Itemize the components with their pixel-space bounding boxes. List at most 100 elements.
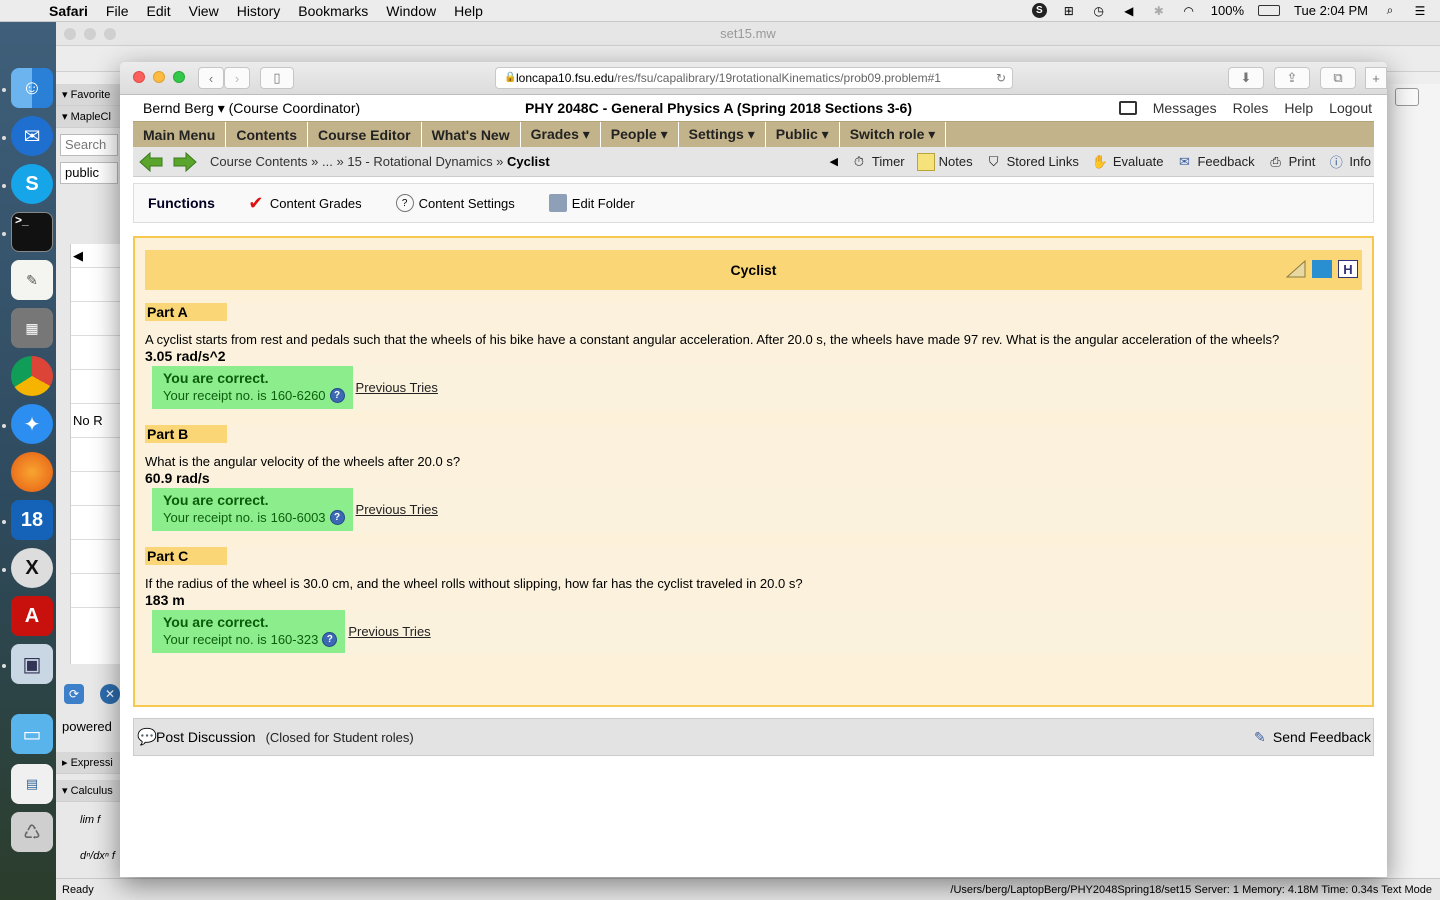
- grid-icon[interactable]: ⊞: [1061, 4, 1077, 18]
- calculus-limit-icon[interactable]: lim f: [80, 814, 100, 826]
- maple-close-button[interactable]: [64, 28, 76, 40]
- menu-view[interactable]: View: [180, 3, 228, 19]
- menu-file[interactable]: File: [97, 3, 138, 19]
- menu-window[interactable]: Window: [377, 3, 445, 19]
- list-item[interactable]: [71, 540, 122, 574]
- skype-icon[interactable]: S: [1031, 3, 1047, 18]
- content-grades-link[interactable]: ✔ Content Grades: [247, 193, 361, 213]
- part-a-previous-tries-link[interactable]: Previous Tries: [356, 380, 438, 395]
- menubar-clock[interactable]: Tue 2:04 PM: [1294, 3, 1368, 18]
- print-tool[interactable]: ⎙ Print: [1267, 153, 1315, 171]
- ruler-icon[interactable]: [1285, 259, 1306, 278]
- help-link[interactable]: Help: [1284, 100, 1313, 116]
- menu-public[interactable]: Public ▾: [766, 122, 840, 147]
- content-settings-link[interactable]: ? Content Settings: [395, 194, 515, 212]
- calculator-icon[interactable]: ▦: [11, 308, 53, 348]
- list-item[interactable]: ◀: [71, 244, 122, 268]
- back-button[interactable]: ‹: [198, 67, 224, 89]
- reload-icon[interactable]: ↻: [996, 68, 1006, 88]
- stored-links-tool[interactable]: ⛉ Stored Links: [985, 153, 1079, 171]
- safari-close-button[interactable]: [133, 71, 145, 83]
- acrobat-icon[interactable]: A: [11, 596, 53, 636]
- maple-zoom-button[interactable]: [104, 28, 116, 40]
- help-question-icon[interactable]: ?: [322, 632, 338, 647]
- safari-dock-icon[interactable]: ✦: [11, 404, 53, 444]
- send-feedback-link[interactable]: ✎ Send Feedback: [1251, 728, 1373, 746]
- menu-bookmarks[interactable]: Bookmarks: [289, 3, 377, 19]
- list-item[interactable]: [71, 336, 122, 370]
- forward-button[interactable]: ›: [224, 67, 250, 89]
- thunderbird-icon[interactable]: ✉: [11, 116, 53, 156]
- trash-icon[interactable]: ♺: [11, 812, 53, 852]
- menu-contents[interactable]: Contents: [226, 122, 309, 147]
- help-question-icon[interactable]: ?: [329, 388, 345, 403]
- feedback-tool[interactable]: ✉ Feedback: [1175, 153, 1255, 171]
- safari-zoom-button[interactable]: [173, 71, 185, 83]
- roles-link[interactable]: Roles: [1233, 100, 1269, 116]
- downloads-folder-icon[interactable]: ▭: [11, 714, 53, 754]
- timemachine-icon[interactable]: ◷: [1091, 4, 1107, 18]
- maple-settings-icon[interactable]: ✕: [100, 684, 120, 704]
- bluetooth-icon[interactable]: ✱: [1151, 4, 1167, 18]
- edit-folder-link[interactable]: Edit Folder: [548, 194, 635, 212]
- finder-icon[interactable]: ☺: [11, 68, 53, 108]
- maple-public-select[interactable]: public: [60, 162, 118, 184]
- logout-link[interactable]: Logout: [1329, 100, 1372, 116]
- crumb-rotational-dynamics[interactable]: 15 - Rotational Dynamics »: [347, 154, 503, 169]
- part-c-previous-tries-link[interactable]: Previous Tries: [348, 624, 430, 639]
- documents-stack-icon[interactable]: ▤: [11, 764, 53, 804]
- chrome-icon[interactable]: [11, 356, 53, 396]
- palette-expression[interactable]: ▸ Expressi: [56, 752, 122, 774]
- palette-maplecloud[interactable]: ▾ MapleCl: [56, 106, 122, 128]
- info-tool[interactable]: ⓘ Info: [1327, 153, 1371, 171]
- menu-edit[interactable]: Edit: [137, 3, 179, 19]
- list-item[interactable]: [71, 472, 122, 506]
- previous-arrow-icon[interactable]: [138, 151, 164, 172]
- notes-tool[interactable]: Notes: [916, 152, 973, 171]
- wifi-icon[interactable]: ◠: [1181, 4, 1197, 18]
- maple-minimize-button[interactable]: [84, 28, 96, 40]
- palette-calculus[interactable]: ▾ Calculus: [56, 780, 122, 802]
- spotlight-icon[interactable]: ⌕: [1382, 3, 1398, 18]
- sidebar-toggle-button[interactable]: ▯: [260, 67, 294, 89]
- calculus-derivative-icon[interactable]: dⁿ/dxⁿ f: [80, 850, 115, 862]
- downloads-button[interactable]: ⬇: [1228, 67, 1264, 89]
- hint-h-icon[interactable]: H: [1338, 260, 1358, 278]
- new-tab-button[interactable]: +: [1365, 67, 1387, 89]
- crumb-ellipsis[interactable]: ... »: [322, 154, 344, 169]
- part-b-previous-tries-link[interactable]: Previous Tries: [356, 502, 438, 517]
- url-bar[interactable]: 🔒 loncapa10.fsu.edu/res/fsu/capalibrary/…: [495, 67, 1013, 89]
- menu-people[interactable]: People ▾: [601, 122, 679, 147]
- tabs-overview-button[interactable]: ⧉: [1320, 67, 1356, 89]
- maple-search-input[interactable]: Search: [60, 134, 118, 156]
- menu-main[interactable]: Main Menu: [133, 122, 227, 147]
- menu-course-editor[interactable]: Course Editor: [308, 122, 422, 147]
- collapse-tools-icon[interactable]: ◀: [829, 155, 837, 168]
- preview-icon[interactable]: ▣: [11, 644, 53, 684]
- menu-whats-new[interactable]: What's New: [422, 122, 521, 147]
- crumb-course-contents[interactable]: Course Contents »: [210, 154, 318, 169]
- list-item[interactable]: [71, 506, 122, 540]
- terminal-icon[interactable]: >_: [11, 212, 53, 252]
- menu-help[interactable]: Help: [445, 3, 492, 19]
- menu-app-name[interactable]: Safari: [40, 3, 97, 19]
- tools-icon[interactable]: [1312, 260, 1332, 278]
- palette-favorites[interactable]: ▾ Favorite: [56, 84, 122, 106]
- list-item[interactable]: [71, 370, 122, 404]
- textedit-icon[interactable]: ✎: [11, 260, 53, 300]
- messages-link[interactable]: Messages: [1153, 100, 1217, 116]
- skype-dock-icon[interactable]: S: [11, 164, 53, 204]
- maple-icon[interactable]: 18: [11, 500, 53, 540]
- notification-center-icon[interactable]: ☰: [1412, 4, 1428, 18]
- menu-switch-role[interactable]: Switch role ▾: [840, 122, 947, 147]
- share-button[interactable]: ⇪: [1274, 67, 1310, 89]
- next-arrow-icon[interactable]: [172, 151, 198, 172]
- firefox-icon[interactable]: [11, 452, 53, 492]
- menu-settings[interactable]: Settings ▾: [679, 122, 766, 147]
- help-question-icon[interactable]: ?: [329, 510, 345, 525]
- list-item[interactable]: [71, 302, 122, 336]
- x11-icon[interactable]: X: [11, 548, 53, 588]
- menu-grades[interactable]: Grades ▾: [521, 122, 601, 147]
- user-name[interactable]: Bernd Berg ▾: [143, 100, 225, 117]
- list-item[interactable]: [71, 268, 122, 302]
